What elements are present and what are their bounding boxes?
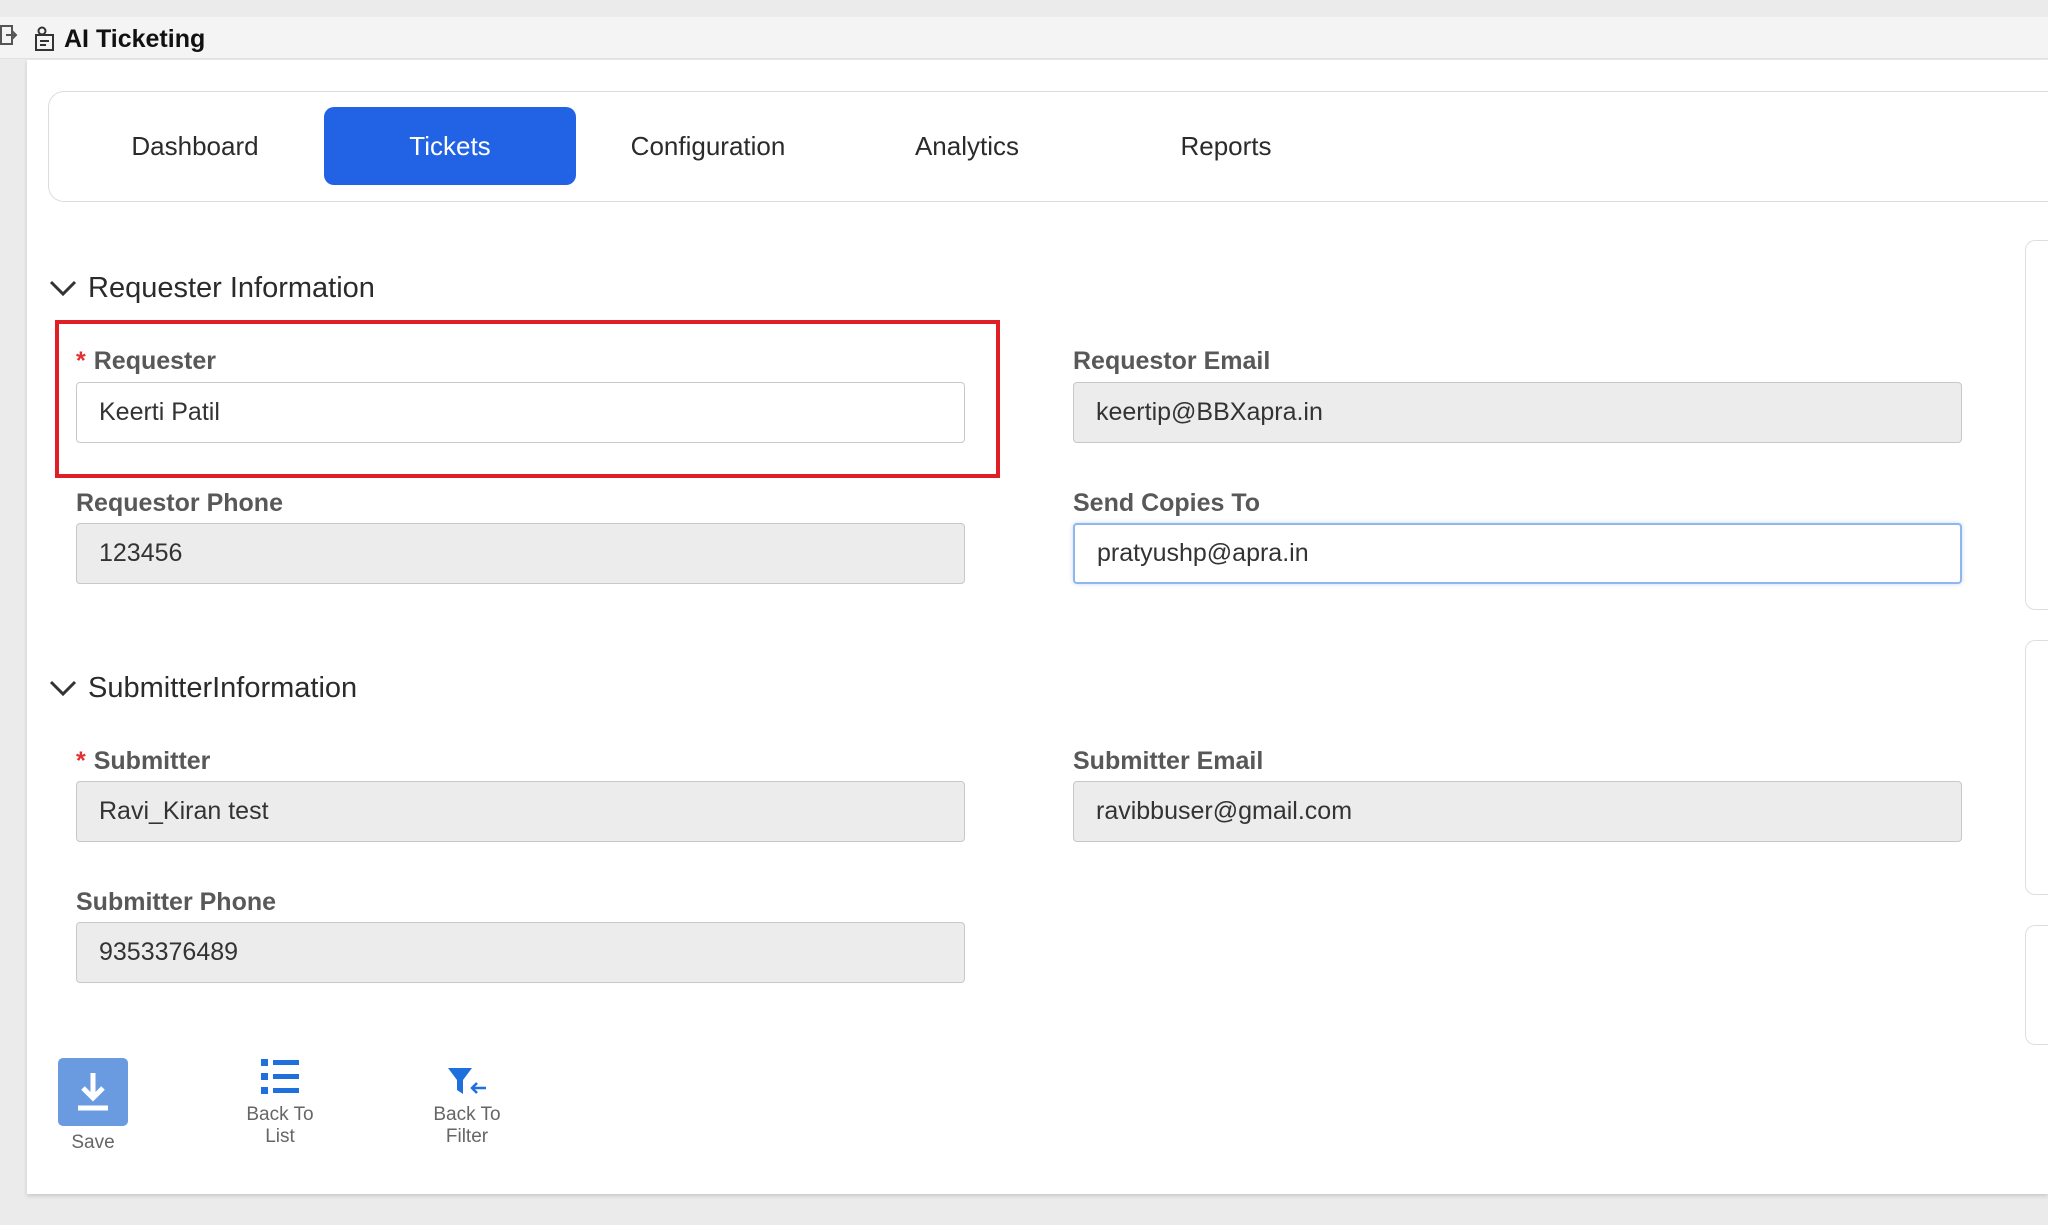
requestor-phone-field xyxy=(76,523,965,584)
tab-analytics[interactable]: Analytics xyxy=(841,107,1093,185)
filter-back-icon xyxy=(448,1068,486,1094)
app-title-text: AI Ticketing xyxy=(64,24,206,53)
requester-input[interactable] xyxy=(76,382,965,443)
submitter-label: * Submitter xyxy=(76,747,211,775)
submitter-field xyxy=(76,781,965,842)
content-panel xyxy=(27,60,2048,1194)
send-copies-label: Send Copies To xyxy=(1073,489,1261,517)
save-icon-box xyxy=(58,1058,128,1126)
send-copies-input[interactable] xyxy=(1073,523,1962,584)
main-tabs: Dashboard Tickets Configuration Analytic… xyxy=(48,91,2048,202)
back-to-filter-label-2: Filter xyxy=(445,1126,489,1147)
section-title: SubmitterInformation xyxy=(88,671,358,704)
submitter-email-field xyxy=(1073,781,1962,842)
submitter-email-label: Submitter Email xyxy=(1073,747,1264,775)
back-to-list-label-2: List xyxy=(265,1126,295,1147)
save-label: Save xyxy=(71,1132,115,1153)
side-card xyxy=(2025,925,2048,1045)
requester-label: * Requester xyxy=(76,347,216,375)
requestor-email-label: Requestor Email xyxy=(1073,347,1271,375)
title-bar xyxy=(0,17,2048,59)
tab-tickets[interactable]: Tickets xyxy=(324,107,576,185)
requestor-phone-label: Requestor Phone xyxy=(76,489,283,517)
back-to-filter-button[interactable]: Back To Filter xyxy=(417,1066,517,1148)
chevron-down-icon xyxy=(49,280,77,297)
exit-icon xyxy=(0,25,18,45)
download-icon xyxy=(78,1073,108,1111)
back-to-list-button[interactable]: Back To List xyxy=(230,1056,330,1148)
tab-dashboard[interactable]: Dashboard xyxy=(69,107,321,185)
save-button[interactable]: Save xyxy=(58,1058,128,1154)
submitter-phone-field xyxy=(76,922,965,983)
side-card xyxy=(2025,640,2048,895)
tab-configuration[interactable]: Configuration xyxy=(582,107,834,185)
ticket-app-icon xyxy=(35,26,54,51)
submitter-phone-label: Submitter Phone xyxy=(76,888,277,916)
section-title: Requester Information xyxy=(88,271,375,304)
submitter-section-toggle[interactable]: SubmitterInformation xyxy=(48,670,357,706)
requestor-email-field xyxy=(1073,382,1962,443)
side-card xyxy=(2025,240,2048,610)
app-title: AI Ticketing xyxy=(34,24,205,54)
list-icon xyxy=(261,1059,299,1094)
side-toggle[interactable] xyxy=(0,17,26,59)
tab-reports[interactable]: Reports xyxy=(1100,107,1352,185)
requester-section-toggle[interactable]: Requester Information xyxy=(48,270,375,306)
back-to-list-label-1: Back To xyxy=(246,1104,314,1125)
required-marker: * xyxy=(76,747,86,775)
chevron-down-icon xyxy=(49,680,77,697)
required-marker: * xyxy=(76,347,86,375)
back-to-filter-label-1: Back To xyxy=(433,1104,501,1125)
